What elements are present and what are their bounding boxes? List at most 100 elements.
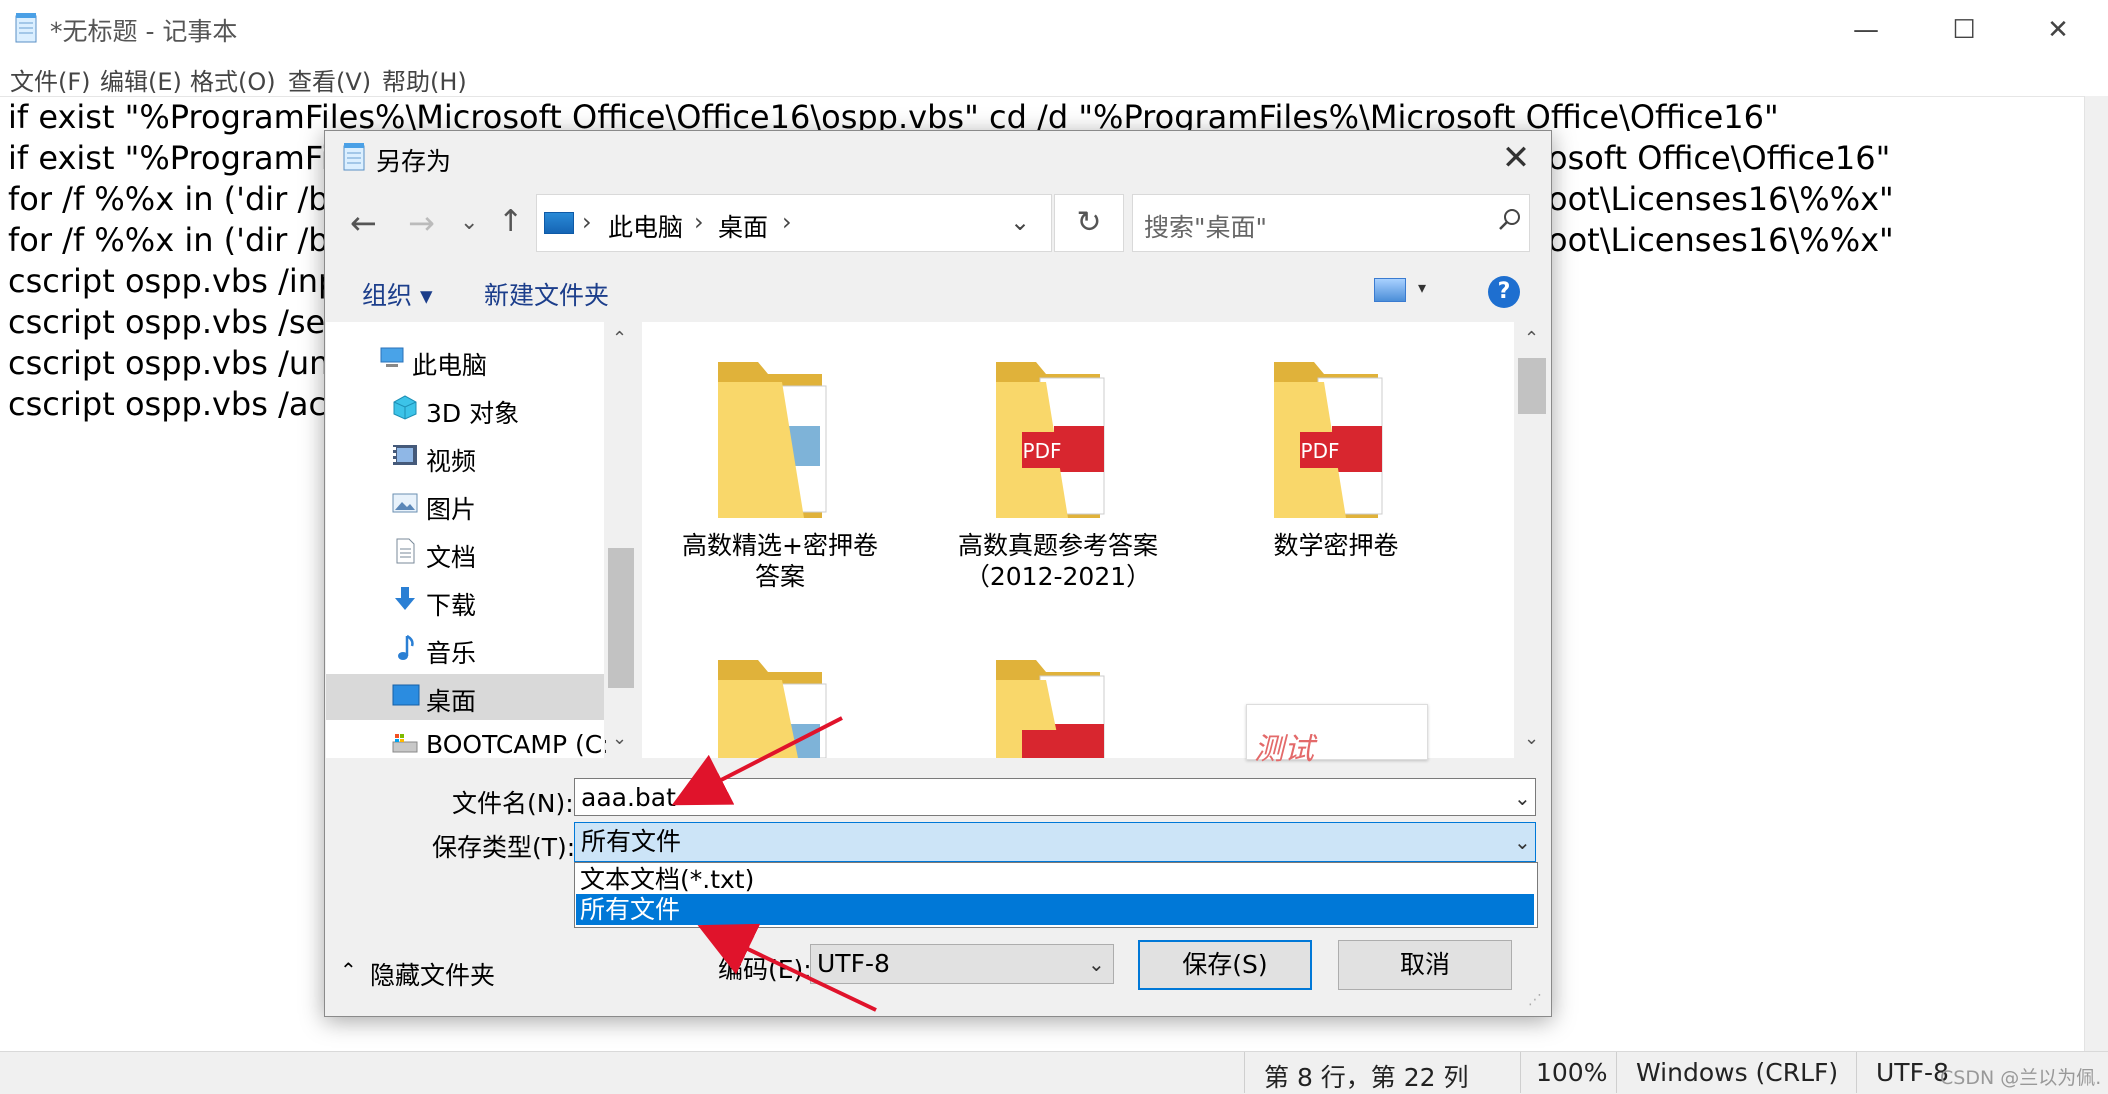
- code-line: cscript ospp.vbs /inp: [8, 262, 339, 300]
- dialog-title: 另存为: [376, 147, 452, 176]
- file-pane-scroll-thumb[interactable]: [1518, 358, 1546, 414]
- folder-icon[interactable]: [712, 356, 840, 524]
- chevron-right-icon[interactable]: ›: [582, 208, 592, 236]
- code-line: if exist "%ProgramFil: [8, 139, 339, 177]
- resize-grip-icon[interactable]: ⋰: [1528, 992, 1542, 1008]
- pdf-folder-icon[interactable]: PDF: [990, 356, 1118, 524]
- chevron-down-icon[interactable]: ⌄: [1514, 830, 1531, 854]
- filename-label: 文件名(N):: [452, 789, 574, 818]
- nav-item-music[interactable]: 音乐: [426, 634, 476, 670]
- code-line-tail: osoft Office\Office16": [1548, 139, 1891, 177]
- status-divider: [1244, 1052, 1245, 1093]
- videos-icon: [392, 442, 418, 472]
- scroll-up-icon[interactable]: ⌃: [612, 328, 627, 349]
- code-line: cscript ospp.vbs /setl: [8, 303, 347, 341]
- search-placeholder: 搜索"桌面": [1144, 213, 1267, 242]
- save-button[interactable]: 保存(S): [1138, 940, 1312, 990]
- code-line: cscript ospp.vbs /act: [8, 385, 339, 423]
- 3d-objects-icon: [392, 394, 418, 424]
- nav-pane-scrollbar[interactable]: [606, 322, 636, 758]
- pdf-folder-icon[interactable]: [990, 654, 1118, 758]
- nav-pane-scroll-thumb[interactable]: [608, 548, 634, 688]
- notepad-titlebar: [0, 0, 2108, 58]
- status-encoding: UTF-8: [1876, 1058, 1949, 1087]
- minimize-button[interactable]: —: [1836, 10, 1896, 50]
- close-button[interactable]: ✕: [2028, 10, 2088, 50]
- breadcrumb-desktop[interactable]: 桌面: [718, 208, 768, 244]
- drive-icon: [392, 732, 418, 760]
- organize-button[interactable]: 组织 ▾: [362, 276, 433, 312]
- scroll-down-icon[interactable]: ⌄: [1524, 728, 1539, 749]
- nav-item-bootcamp[interactable]: BOOTCAMP (C:: [426, 730, 611, 759]
- menu-format[interactable]: 格式(O): [190, 62, 276, 97]
- status-divider: [1616, 1052, 1617, 1093]
- chevron-up-icon[interactable]: ⌃: [340, 958, 357, 982]
- chevron-down-icon[interactable]: ⌄: [1010, 208, 1030, 236]
- search-icon[interactable]: [1498, 208, 1522, 232]
- chevron-down-icon[interactable]: ⌄: [1088, 952, 1105, 976]
- scroll-up-icon[interactable]: ⌃: [1524, 328, 1539, 349]
- nav-item-pictures[interactable]: 图片: [426, 490, 476, 526]
- nav-item-desktop[interactable]: 桌面: [426, 682, 476, 718]
- code-line: for /f %%x in ('dir /b: [8, 221, 329, 259]
- folder-label[interactable]: 高数精选+密押卷答案: [670, 530, 890, 592]
- pdf-folder-icon[interactable]: PDF: [1268, 356, 1396, 524]
- pictures-icon: [392, 490, 418, 520]
- change-view-icon[interactable]: [1374, 278, 1406, 302]
- dialog-close-button[interactable]: ✕: [1490, 134, 1542, 182]
- encoding-select[interactable]: UTF-8: [810, 944, 1114, 984]
- this-pc-icon: [380, 346, 406, 374]
- maximize-button[interactable]: ☐: [1934, 10, 1994, 50]
- status-divider: [1856, 1052, 1857, 1093]
- thumbnail-handwriting: 测试: [1254, 732, 1314, 767]
- code-line-tail: oot\Licenses16\%%x": [1548, 221, 1894, 259]
- music-icon: [392, 634, 418, 666]
- code-line: for /f %%x in ('dir /b: [8, 180, 329, 218]
- notepad-app-icon: [343, 143, 365, 171]
- menu-edit[interactable]: 编辑(E): [100, 62, 182, 97]
- folder-icon[interactable]: [712, 654, 840, 758]
- new-folder-button[interactable]: 新建文件夹: [484, 276, 609, 312]
- desktop-icon: [544, 212, 574, 234]
- breadcrumb-this-pc[interactable]: 此电脑: [608, 208, 683, 244]
- svg-text:PDF: PDF: [1023, 439, 1062, 463]
- status-position: 第 8 行，第 22 列: [1264, 1063, 1469, 1092]
- watermark: CSDN @兰以为佩.: [1940, 1067, 2102, 1089]
- nav-item-this-pc[interactable]: 此电脑: [412, 346, 487, 382]
- filetype-option-txt[interactable]: 文本文档(*.txt): [576, 864, 1534, 895]
- chevron-right-icon[interactable]: ›: [694, 208, 704, 236]
- downloads-icon: [392, 586, 418, 616]
- filetype-select[interactable]: 所有文件: [574, 822, 1536, 862]
- scroll-down-icon[interactable]: ⌄: [612, 728, 627, 749]
- status-zoom: 100%: [1536, 1058, 1608, 1087]
- up-arrow-icon[interactable]: ↑: [498, 204, 523, 239]
- nav-item-downloads[interactable]: 下载: [426, 586, 476, 622]
- nav-item-documents[interactable]: 文档: [426, 538, 476, 574]
- forward-arrow-icon[interactable]: →: [408, 204, 435, 242]
- recent-locations-chevron-icon[interactable]: ⌄: [460, 210, 478, 235]
- menu-file[interactable]: 文件(F): [10, 62, 91, 97]
- view-dropdown-icon[interactable]: ▾: [1418, 278, 1426, 297]
- hide-folders-toggle[interactable]: 隐藏文件夹: [370, 956, 495, 992]
- encoding-label: 编码(E):: [718, 955, 812, 984]
- menu-view[interactable]: 查看(V): [288, 62, 371, 97]
- back-arrow-icon[interactable]: ←: [350, 204, 377, 242]
- folder-label[interactable]: 数学密押卷: [1226, 530, 1446, 561]
- status-divider: [1520, 1052, 1521, 1093]
- cancel-button[interactable]: 取消: [1338, 940, 1512, 990]
- window-title: *无标题 - 记事本: [50, 17, 238, 46]
- filename-input[interactable]: aaa.bat: [574, 778, 1536, 816]
- code-line-tail: oot\Licenses16\%%x": [1548, 180, 1894, 218]
- help-button[interactable]: ?: [1488, 276, 1520, 308]
- menu-help[interactable]: 帮助(H): [382, 62, 467, 97]
- filetype-option-all[interactable]: 所有文件: [576, 894, 1534, 925]
- chevron-right-icon[interactable]: ›: [782, 208, 792, 236]
- nav-item-3d-objects[interactable]: 3D 对象: [426, 394, 519, 430]
- folder-label[interactable]: 高数真题参考答案（2012-2021）: [948, 530, 1168, 592]
- editor-scrollbar[interactable]: [2084, 96, 2108, 1051]
- refresh-button[interactable]: ↻: [1054, 194, 1124, 252]
- desktop-icon: [392, 684, 420, 710]
- notepad-app-icon: [15, 13, 37, 43]
- chevron-down-icon[interactable]: ⌄: [1514, 786, 1531, 810]
- nav-item-videos[interactable]: 视频: [426, 442, 476, 478]
